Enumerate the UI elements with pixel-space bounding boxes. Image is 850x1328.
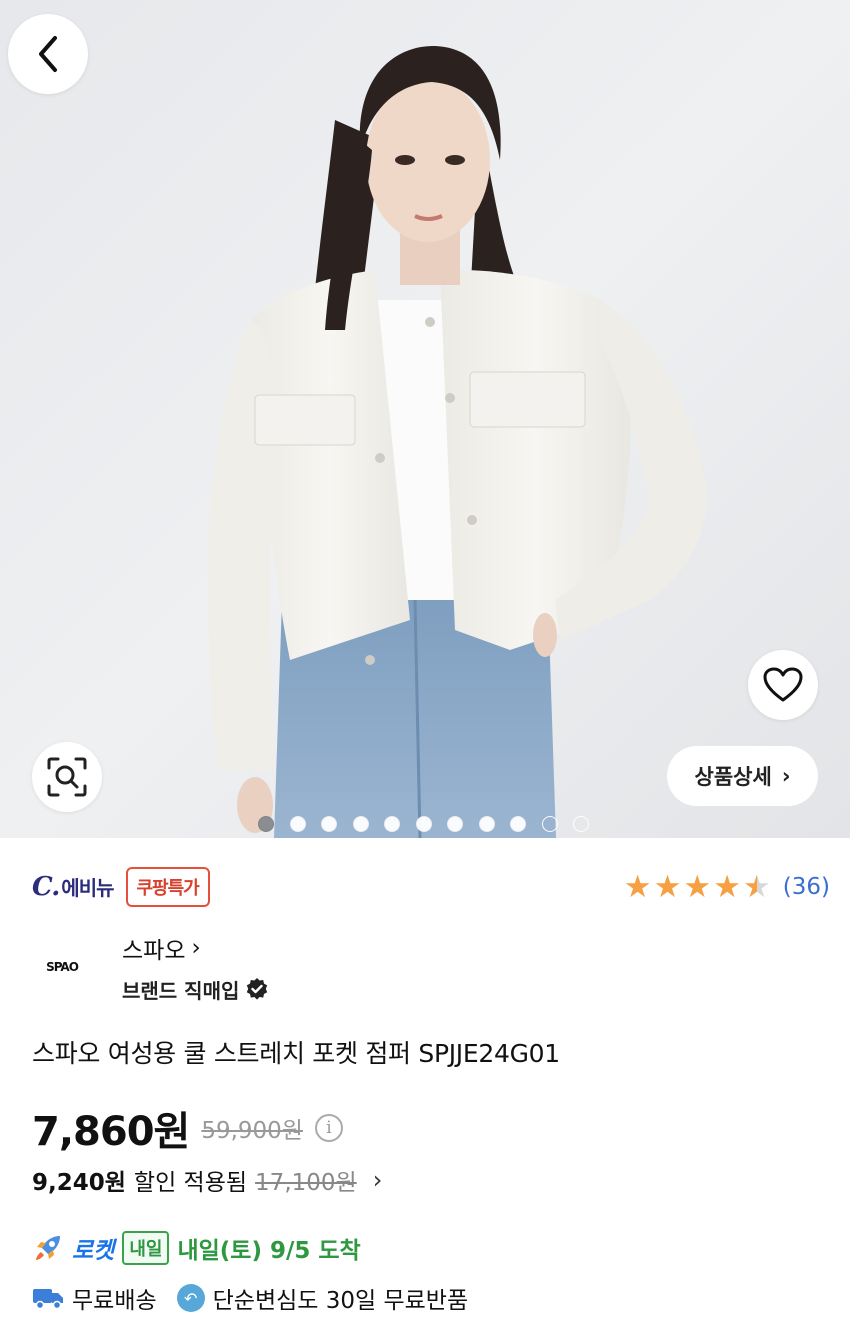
brand-subtitle-row: 브랜드 직매입 [122,975,269,1004]
star-icon: ★ [713,868,741,905]
discount-label: 할인 적용됨 [133,1170,248,1196]
heart-icon [763,667,803,702]
verified-icon [247,978,268,1000]
brand-info: 스파오 › 브랜드 직매입 [122,931,269,1004]
chevron-right-icon: › [781,764,791,788]
info-icon[interactable]: i [314,1114,343,1142]
arrival-date: 내일(토) 9/5 도착 [177,1238,361,1264]
return-icon: ↶ [176,1284,205,1312]
star-icon: ★ [623,868,652,905]
review-count[interactable]: (36) [783,874,830,900]
free-shipping: 무료배송 [72,1288,157,1314]
seller-logo-mark: C. [32,872,60,902]
star-icon: ★ [653,868,682,905]
carousel-dot[interactable] [415,816,432,832]
product-detail-button[interactable]: 상품상세 › [667,746,818,806]
free-return: 단순변심도 30일 무료반품 [212,1288,469,1314]
seller-row: C. 에비뉴 쿠팡특가 ★ ★ ★ ★ ★ (36) [32,866,830,908]
coupang-special-badge: 쿠팡특가 [125,867,210,907]
carousel-dot[interactable] [321,816,337,832]
carousel-dot[interactable] [573,816,589,832]
chevron-right-icon: › [191,934,201,961]
brand-logo: SPAO [46,960,79,974]
seller-logo-name: 에비뉴 [61,876,114,900]
brand-row[interactable]: SPAO 스파오 › 브랜드 직매입 [32,930,830,1004]
seller-logo[interactable]: C. 에비뉴 [32,872,115,902]
product-image-carousel[interactable]: 상품상세 › [0,0,850,838]
wishlist-button[interactable] [748,650,818,720]
chevron-right-icon: › [372,1166,383,1194]
truck-icon [33,1289,63,1310]
brand-name-link[interactable]: 스파오 › [122,931,269,965]
price-row: 7,860원 59,900원 i [32,1102,830,1155]
carousel-dot[interactable] [447,816,463,832]
carousel-dot[interactable] [478,816,495,832]
naeil-badge: 내일 [122,1231,170,1265]
carousel-dot[interactable] [510,816,526,832]
image-search-icon [47,757,87,797]
discount-price: 9,240원 [32,1170,126,1196]
rating[interactable]: ★ ★ ★ ★ ★ (36) [623,868,830,905]
carousel-dot[interactable] [258,816,274,832]
product-title: 스파오 여성용 쿨 스트레치 포켓 점퍼 SPJJE24G01 [32,1039,560,1068]
discount-row[interactable]: 9,240원 할인 적용됨 17,100원 › [32,1160,830,1200]
sale-price: 7,860원 [32,1109,190,1155]
star-icon: ★ [683,868,712,905]
shipping-row: 무료배송 ↶ 단순변심도 30일 무료반품 [32,1278,830,1318]
rocket-label: 로켓 [72,1238,115,1264]
carousel-dot[interactable] [384,816,400,832]
chevron-left-icon [39,36,57,72]
brand-subtitle: 브랜드 직매입 [122,978,240,1003]
original-price: 59,900원 [201,1118,303,1144]
carousel-indicator[interactable] [258,816,589,832]
half-star-icon: ★ [742,868,771,905]
discount-original-price: 17,100원 [255,1170,357,1196]
brand-name: 스파오 [122,937,186,964]
back-button[interactable] [8,14,88,94]
rocket-delivery-row: 로켓 내일 내일(토) 9/5 도착 [32,1228,830,1268]
image-search-button[interactable] [32,742,102,812]
carousel-dot[interactable] [541,816,558,832]
carousel-dot[interactable] [289,816,306,832]
rocket-icon [36,1236,60,1260]
carousel-dot[interactable] [352,816,369,832]
product-photo [0,0,850,838]
product-detail-label: 상품상세 [694,765,772,789]
